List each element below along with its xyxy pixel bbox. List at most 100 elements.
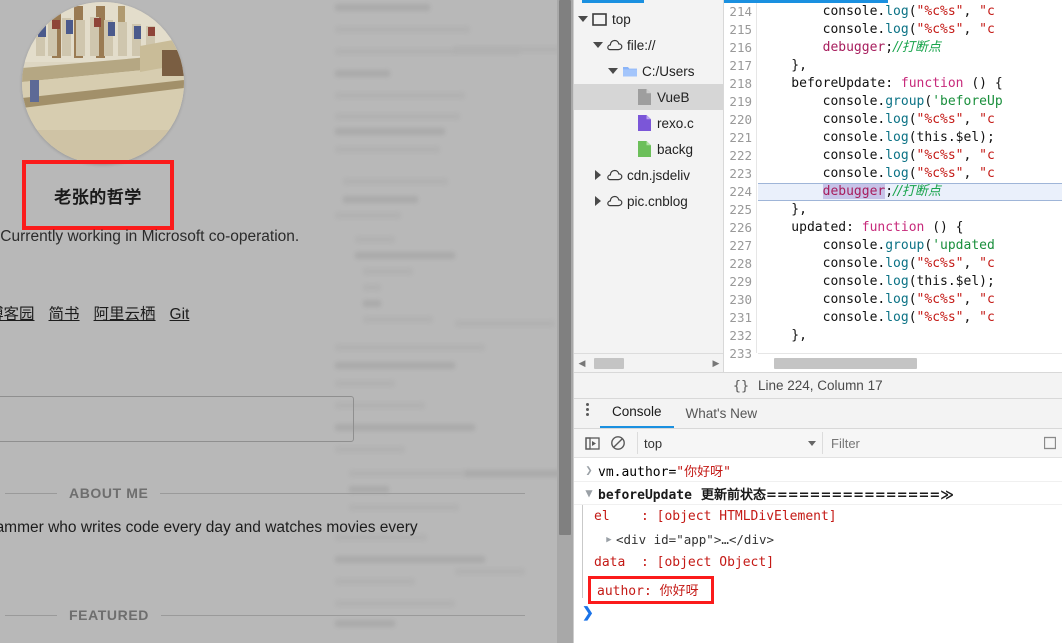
console-sidebar-icon[interactable]	[579, 430, 605, 456]
scroll-right-arrow-icon[interactable]: ▶	[708, 358, 723, 369]
code-line[interactable]: beforeUpdate: function () {	[758, 75, 1062, 93]
tree-item-backg[interactable]: backg	[574, 136, 723, 162]
tab-console[interactable]: Console	[600, 404, 674, 428]
rule-right	[160, 614, 525, 616]
code-line[interactable]: console.log("%c%s", "c	[758, 3, 1062, 21]
line-number[interactable]: 215	[724, 21, 756, 39]
tree-item-pic-cnblog[interactable]: pic.cnblog	[574, 188, 723, 214]
code-line[interactable]: console.log("%c%s", "c	[758, 111, 1062, 129]
editor-hscroll-thumb[interactable]	[774, 358, 917, 369]
line-number[interactable]: 220	[724, 111, 756, 129]
editor-hscrollbar[interactable]	[758, 353, 1062, 372]
clear-console-icon[interactable]	[605, 430, 631, 456]
file-tree-hscroll-thumb[interactable]	[594, 357, 624, 369]
code-line[interactable]: console.group('updated	[758, 237, 1062, 255]
code-line[interactable]: },	[758, 57, 1062, 75]
line-number-gutter[interactable]: 214 215 216 217 218 219 220 221 222 223 224 225 226 2…	[724, 3, 757, 361]
line-number[interactable]: 222	[724, 147, 756, 165]
tree-item-c-users[interactable]: C:/Users	[574, 58, 723, 84]
tree-caret-right-icon[interactable]	[591, 170, 605, 180]
source-editor[interactable]: 214 215 216 217 218 219 220 221 222 223 224 225 226 2…	[724, 0, 1062, 372]
code-token-prop: log	[885, 292, 909, 307]
line-number[interactable]: 228	[724, 255, 756, 273]
tree-caret-right-icon[interactable]	[591, 196, 605, 206]
code-content[interactable]: console.log("%c%s", "c console.log("%c%s…	[758, 3, 1062, 353]
tree-caret-down-icon[interactable]	[591, 42, 605, 48]
code-line-breakpoint[interactable]: debugger;//打断点	[758, 183, 1062, 201]
line-number[interactable]: 214	[724, 3, 756, 21]
code-line[interactable]: console.log("%c%s", "c	[758, 255, 1062, 273]
line-number[interactable]: 223	[724, 165, 756, 183]
search-input[interactable]	[0, 396, 354, 442]
code-token-plain: ,	[963, 310, 980, 325]
console-filter-input[interactable]	[831, 435, 991, 451]
console-prompt[interactable]: ❯	[574, 604, 1062, 621]
code-token-plain: ;	[885, 40, 894, 55]
line-number[interactable]: 225	[724, 201, 756, 219]
blurred-text-line	[363, 284, 381, 291]
tree-caret-down-icon[interactable]	[576, 16, 590, 22]
link-jianshu[interactable]: 简书	[49, 305, 80, 323]
scroll-left-arrow-icon[interactable]: ◀	[574, 358, 590, 369]
tree-item-cdn-jsdeliv[interactable]: cdn.jsdeliv	[574, 162, 723, 188]
code-line[interactable]: console.log("%c%s", "c	[758, 165, 1062, 183]
tree-item-label: rexo.c	[657, 115, 694, 131]
console-filter[interactable]	[822, 432, 1038, 454]
line-number[interactable]: 218	[724, 75, 756, 93]
line-number[interactable]: 224	[724, 183, 756, 201]
page-scrollbar-thumb[interactable]	[559, 0, 571, 535]
more-options-icon[interactable]	[574, 398, 600, 428]
line-number[interactable]: 221	[724, 129, 756, 147]
link-aliyun[interactable]: 阿里云栖	[94, 305, 156, 323]
tab-whats-new[interactable]: What's New	[674, 406, 770, 428]
code-token-str2: 'updated	[932, 238, 995, 253]
code-token-plain: console.	[760, 22, 886, 37]
link-cnblogs[interactable]: 博客园	[0, 305, 35, 323]
code-line[interactable]: debugger;//打断点	[758, 39, 1062, 57]
code-line[interactable]: console.log("%c%s", "c	[758, 309, 1062, 327]
tree-caret-down-icon[interactable]	[606, 68, 620, 74]
code-token-str: "c	[979, 292, 995, 307]
code-line[interactable]: console.group('beforeUp	[758, 93, 1062, 111]
code-line[interactable]	[758, 345, 1062, 353]
tree-item-vueb[interactable]: VueB	[574, 84, 723, 110]
tree-item-file[interactable]: file://	[574, 32, 723, 58]
tree-item-top[interactable]: top	[574, 6, 723, 32]
code-token-plain: ,	[963, 112, 980, 127]
line-number[interactable]: 232	[724, 327, 756, 345]
line-number[interactable]: 219	[724, 93, 756, 111]
code-line[interactable]: console.log("%c%s", "c	[758, 147, 1062, 165]
pretty-print-icon[interactable]: {}	[724, 378, 758, 394]
tree-item-rexo-c[interactable]: rexo.c	[574, 110, 723, 136]
code-token-str: "c	[979, 4, 995, 19]
line-number[interactable]: 226	[724, 219, 756, 237]
line-number[interactable]: 216	[724, 39, 756, 57]
code-line[interactable]: },	[758, 327, 1062, 345]
dom-expand-caret-icon[interactable]: ▶	[602, 535, 616, 545]
line-number[interactable]: 229	[724, 273, 756, 291]
page-scrollbar[interactable]	[557, 0, 573, 643]
log-row-dom[interactable]: ▶ <div id="app">…</div>	[588, 528, 1062, 551]
blurred-text-line	[349, 470, 467, 477]
log-levels-icon[interactable]	[1038, 436, 1062, 450]
code-token-prop: log	[885, 166, 909, 181]
code-line[interactable]: console.log("%c%s", "c	[758, 291, 1062, 309]
group-expand-caret-icon[interactable]: ▼	[580, 486, 598, 500]
line-number[interactable]: 217	[724, 57, 756, 75]
line-number[interactable]: 233	[724, 345, 756, 363]
code-line[interactable]: updated: function () {	[758, 219, 1062, 237]
line-number[interactable]: 230	[724, 291, 756, 309]
line-number[interactable]: 227	[724, 237, 756, 255]
code-line[interactable]: },	[758, 201, 1062, 219]
code-line[interactable]: console.log("%c%s", "c	[758, 21, 1062, 39]
blurred-text-line	[335, 212, 401, 219]
code-line[interactable]: console.log(this.$el);	[758, 273, 1062, 291]
code-token-str: "%c%s"	[916, 166, 964, 181]
file-tree-hscrollbar[interactable]: ◀ ▶	[574, 353, 723, 372]
console-group-header[interactable]: ▼ beforeUpdate 更新前状态================≫	[574, 482, 1062, 505]
line-number[interactable]: 231	[724, 309, 756, 327]
code-line[interactable]: console.log(this.$el);	[758, 129, 1062, 147]
execution-context-select[interactable]: top	[637, 432, 822, 454]
link-git[interactable]: Git	[170, 306, 190, 323]
code-token-prop: log	[885, 274, 909, 289]
